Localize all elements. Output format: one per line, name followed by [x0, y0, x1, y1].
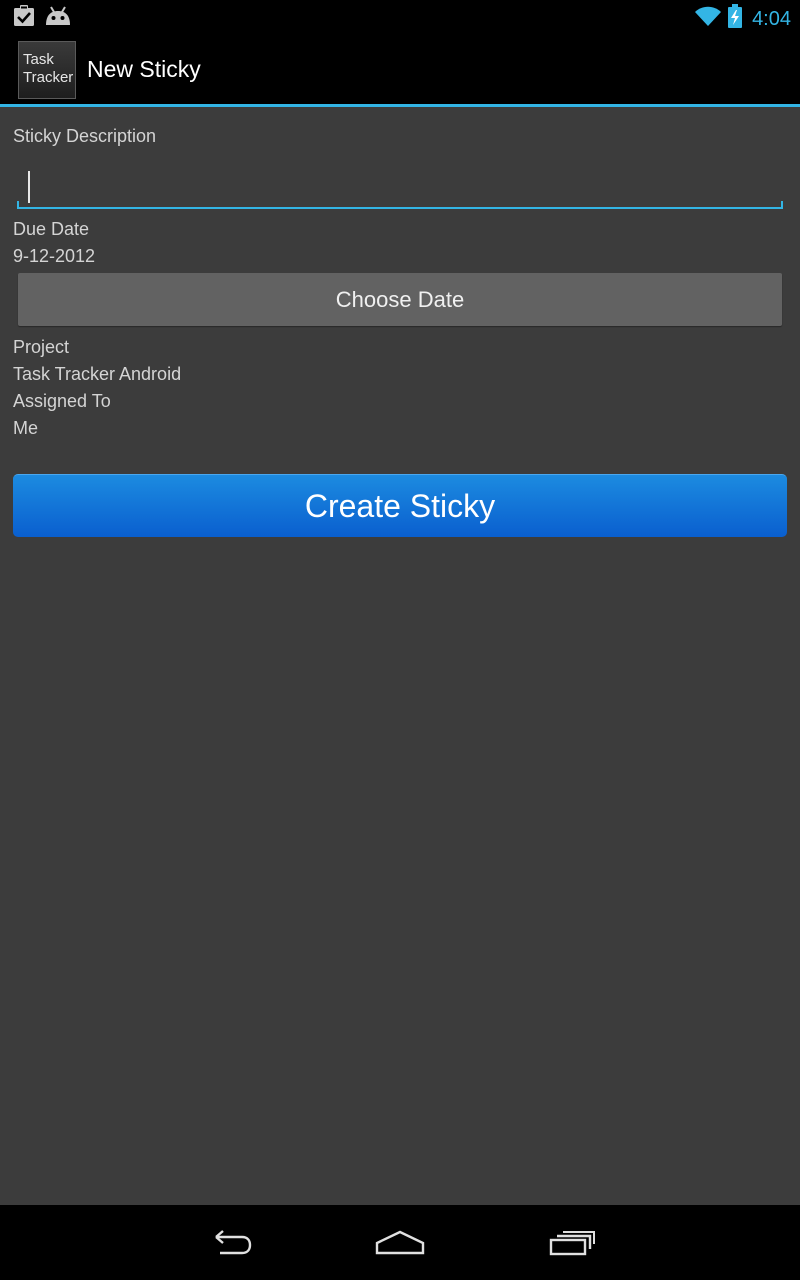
android-icon: [45, 5, 71, 32]
navigation-bar: [0, 1205, 800, 1280]
assigned-to-label: Assigned To: [13, 391, 111, 411]
screen: 4:04 Task Tracker New Sticky Sticky Desc…: [0, 0, 800, 1280]
create-sticky-button[interactable]: Create Sticky: [13, 474, 787, 537]
status-bar: 4:04: [0, 0, 800, 33]
project-label: Project: [13, 337, 70, 357]
text-cursor: [28, 171, 30, 203]
action-bar: Task Tracker New Sticky: [0, 33, 800, 104]
notification-icons: [13, 5, 71, 32]
status-clock: 4:04: [752, 7, 791, 30]
back-icon[interactable]: [202, 1227, 258, 1261]
battery-charging-icon: [728, 4, 743, 33]
assigned-to-value: Me: [13, 418, 39, 438]
input-underline-tick-left: [17, 201, 19, 209]
clipboard-check-icon: [13, 5, 35, 32]
choose-date-button[interactable]: Choose Date: [18, 273, 782, 326]
app-logo-line2: Tracker: [23, 69, 74, 86]
app-logo-line1: Task: [23, 51, 54, 68]
project-value: Task Tracker Android: [13, 364, 182, 384]
due-date-value: 9-12-2012: [13, 246, 96, 266]
app-logo[interactable]: Task Tracker: [18, 41, 76, 99]
input-underline-tick-right: [781, 201, 783, 209]
wifi-icon: [694, 5, 722, 32]
recent-apps-icon[interactable]: [544, 1227, 600, 1261]
due-date-label: Due Date: [13, 219, 90, 239]
home-icon[interactable]: [372, 1227, 428, 1261]
description-label: Sticky Description: [13, 126, 157, 146]
action-bar-divider: [0, 104, 800, 107]
system-status: 4:04: [694, 4, 791, 33]
description-input[interactable]: [17, 158, 783, 210]
input-underline: [17, 207, 783, 209]
page-title: New Sticky: [87, 56, 201, 82]
